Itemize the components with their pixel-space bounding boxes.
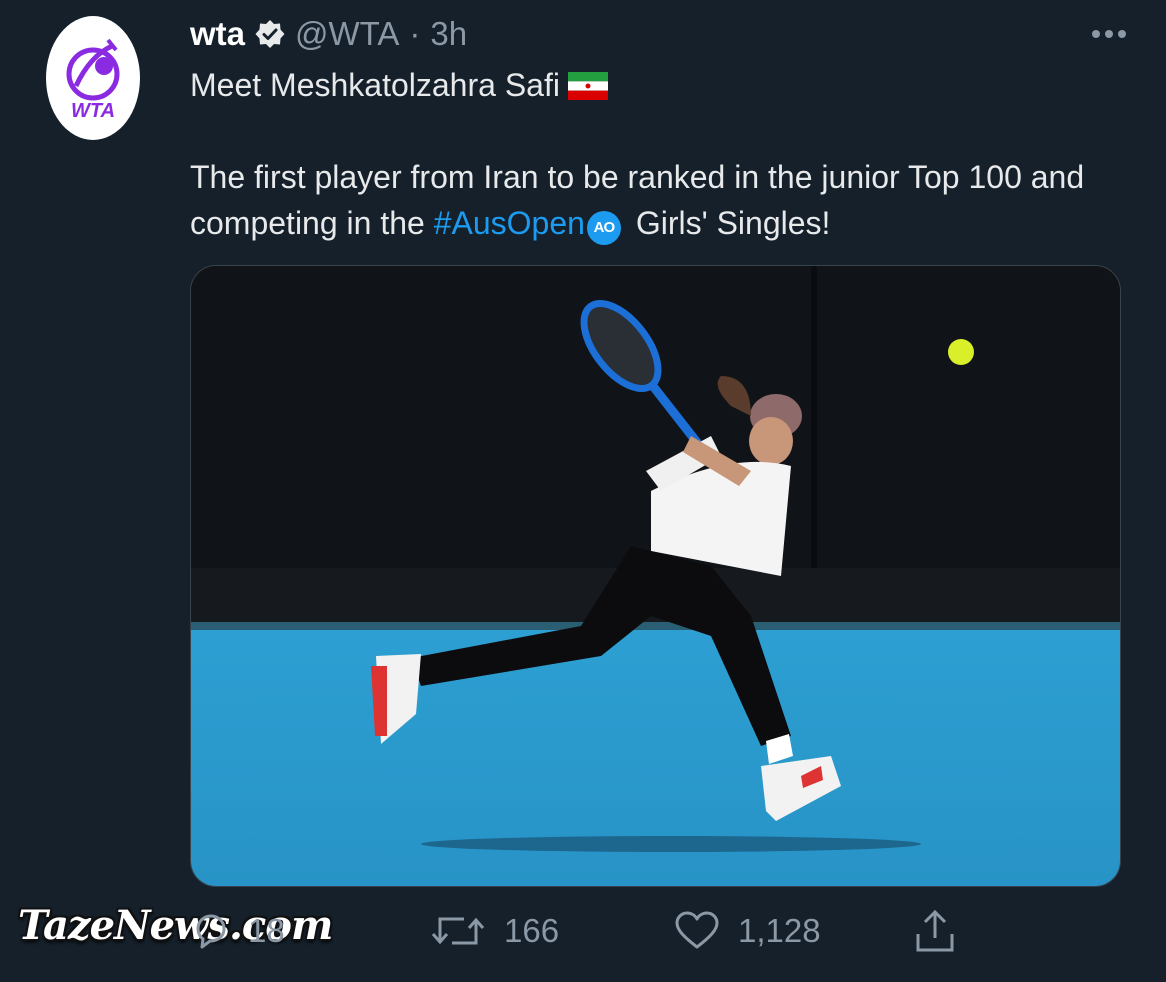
reply-count: 18 [248,912,285,949]
tweet-actions: 18 166 1,128 [190,900,1010,962]
retweet-icon [430,911,486,951]
display-name[interactable]: wta [190,15,245,53]
separator: · [409,15,421,52]
reply-button[interactable]: 18 [190,900,285,962]
timestamp[interactable]: 3h [430,15,467,53]
tweet-text: Meet Meshkatolzahra Safi The first playe… [190,62,1120,246]
share-icon [912,908,958,954]
like-button[interactable]: 1,128 [674,900,821,962]
share-button[interactable] [912,900,958,962]
ao-hashtag-emoji-icon: AO [586,211,621,245]
wta-logo: WTA [46,16,140,140]
verified-badge-icon [255,19,285,49]
avatar-logo-text: WTA [71,100,115,122]
reply-icon [190,911,230,951]
tweet-header: wta @WTA · 3h [190,14,1126,54]
hashtag-link[interactable]: #AusOpen [434,205,585,241]
retweet-count: 166 [504,912,560,949]
tweet-text-line1: Meet Meshkatolzahra Safi [190,62,1120,108]
like-count: 1,128 [738,912,821,949]
tweet-text-body: The first player from Iran to be ranked … [190,154,1120,246]
heart-icon [674,911,720,951]
more-icon[interactable] [1092,20,1136,48]
retweet-button[interactable]: 166 [430,900,559,962]
iran-flag-emoji [567,66,608,100]
tweet-photo[interactable] [190,265,1121,887]
avatar[interactable]: WTA [46,16,140,140]
handle[interactable]: @WTA [295,15,399,53]
